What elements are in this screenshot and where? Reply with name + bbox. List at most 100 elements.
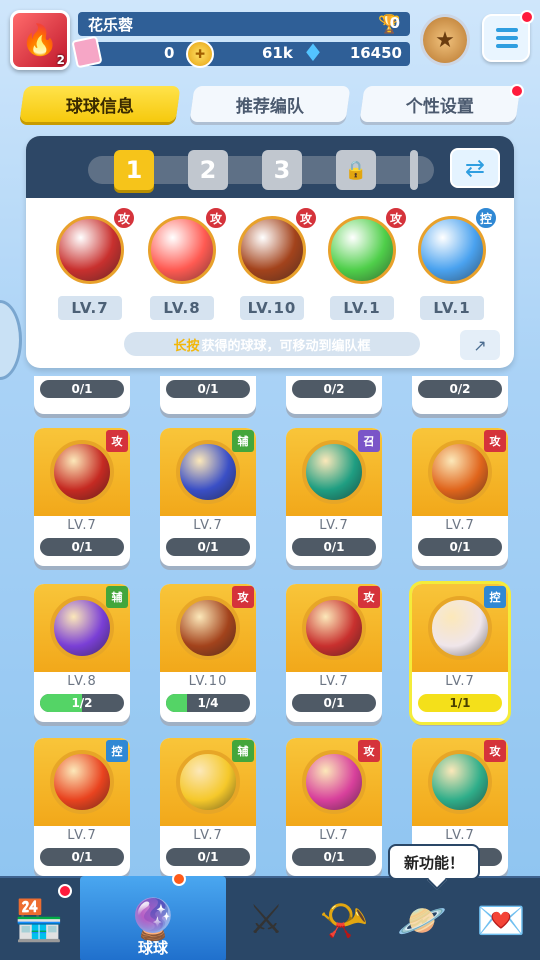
- card-progress: 0/1: [166, 538, 250, 556]
- card-progress: 0/1: [292, 694, 376, 712]
- ball-level: LV.7: [67, 518, 97, 533]
- nav-balls[interactable]: 🔮 球球: [80, 876, 226, 960]
- ball-card-partial[interactable]: 0/1: [34, 376, 130, 414]
- tab-label: 个性设置: [406, 96, 474, 117]
- card-progress-text: 0/1: [197, 540, 219, 554]
- ball-type-tag: 控: [484, 586, 506, 608]
- rank-badge-icon[interactable]: ★: [420, 14, 470, 66]
- slot-number: 2: [199, 156, 217, 184]
- card-progress-text: 0/2: [323, 382, 345, 396]
- nav-label: 球球: [137, 939, 168, 957]
- ball-type-tag: 攻: [232, 586, 254, 608]
- ball-type-tag: 辅: [106, 586, 128, 608]
- tab-ball-info[interactable]: 球球信息: [19, 86, 181, 122]
- card-progress: 1/2: [40, 694, 124, 712]
- tab-recommended-team[interactable]: 推荐编队: [189, 86, 351, 122]
- ball-level: LV.7: [58, 296, 122, 320]
- ticket-count: 0: [164, 44, 175, 62]
- card-progress-text: 1/2: [71, 696, 93, 710]
- tab-label: 推荐编队: [236, 96, 304, 117]
- slot-number: 3: [273, 156, 291, 184]
- team-slot-1[interactable]: 1: [114, 150, 154, 190]
- ball-icon: [302, 750, 366, 814]
- card-progress: 0/1: [40, 848, 124, 866]
- nav-planet[interactable]: 🪐: [384, 878, 460, 960]
- ball-icon: [302, 596, 366, 660]
- ball-icon: [176, 750, 240, 814]
- ball-card[interactable]: 攻 LV.10 1/4: [160, 584, 256, 722]
- battle-icon: ⚔: [248, 897, 284, 943]
- ball-card[interactable]: 控 LV.7 1/1: [412, 584, 508, 722]
- card-progress: 1/4: [166, 694, 250, 712]
- team-ball-4[interactable]: [328, 216, 396, 284]
- menu-icon-line: [496, 44, 518, 48]
- tab-personal-settings[interactable]: 个性设置: [359, 86, 521, 122]
- ball-card[interactable]: 攻 LV.7 0/1: [412, 428, 508, 566]
- avatar-level: 2: [56, 53, 65, 67]
- ball-type-tag: 攻: [484, 430, 506, 452]
- coin-plus-icon[interactable]: ✚: [186, 40, 214, 68]
- card-progress: 0/1: [292, 538, 376, 556]
- team-slot-locked[interactable]: 🔒: [336, 150, 376, 190]
- swap-button[interactable]: ⇄: [450, 148, 500, 188]
- team-ball-1[interactable]: [56, 216, 124, 284]
- team-ball-2[interactable]: [148, 216, 216, 284]
- shop-icon: 🏪: [14, 897, 64, 944]
- nav-whistle[interactable]: 📯: [306, 878, 382, 960]
- menu-icon-line: [496, 36, 518, 40]
- ball-icon: [50, 596, 114, 660]
- ball-card-partial[interactable]: 0/2: [286, 376, 382, 414]
- nav-battle[interactable]: ⚔: [228, 878, 304, 960]
- card-progress-text: 1/1: [449, 696, 471, 710]
- team-slot-2[interactable]: 2: [188, 150, 228, 190]
- ball-type-tag: 攻: [484, 740, 506, 762]
- side-handle[interactable]: [0, 300, 22, 380]
- ball-card-partial[interactable]: 0/2: [412, 376, 508, 414]
- card-progress-text: 0/1: [71, 540, 93, 554]
- ball-card[interactable]: 攻 LV.7 0/1: [34, 428, 130, 566]
- card-progress-text: 0/1: [323, 696, 345, 710]
- menu-button[interactable]: [482, 10, 534, 62]
- share-button[interactable]: ↗: [460, 330, 500, 360]
- ball-level: LV.7: [319, 828, 349, 843]
- card-progress: 0/1: [418, 538, 502, 556]
- player-avatar[interactable]: 🔥 2: [10, 10, 70, 70]
- ball-card-partial[interactable]: 0/1: [160, 376, 256, 414]
- coin-count: 61k: [262, 44, 293, 62]
- top-status-bar: 🔥 2 花乐蓉 🏆 0 0 ✚ 61k ♦ 16450 ★: [0, 0, 540, 80]
- tab-label: 球球信息: [66, 96, 134, 117]
- notification-dot: [58, 884, 72, 898]
- ball-type-tag: 控: [474, 206, 498, 230]
- drag-hint: 长按 获得的球球，可移动到编队框: [124, 332, 420, 356]
- ball-type-tag: 辅: [232, 430, 254, 452]
- ball-icon: [428, 596, 492, 660]
- share-icon: ↗: [473, 335, 487, 355]
- notification-dot: [520, 10, 534, 24]
- ball-icon: [50, 440, 114, 504]
- card-progress: 0/1: [40, 538, 124, 556]
- team-slot-3[interactable]: 3: [262, 150, 302, 190]
- bottom-nav: 🏪 🔮 球球 ⚔ 📯 🪐 💌: [0, 876, 540, 960]
- ball-card[interactable]: 召 LV.7 0/1: [286, 428, 382, 566]
- team-ball-3[interactable]: [238, 216, 306, 284]
- ball-type-tag: 攻: [358, 586, 380, 608]
- team-ball-5[interactable]: [418, 216, 486, 284]
- ball-icon: [302, 440, 366, 504]
- trophy-count: 0: [389, 14, 400, 32]
- ball-card[interactable]: 控 LV.7 0/1: [34, 738, 130, 876]
- ball-card[interactable]: 攻 LV.7 0/1: [286, 738, 382, 876]
- card-progress-text: 0/2: [449, 382, 471, 396]
- ball-card[interactable]: 攻 LV.7 0/1: [286, 584, 382, 722]
- player-name: 花乐蓉: [88, 15, 134, 34]
- gem-plus-icon[interactable]: ♦: [298, 40, 328, 68]
- ball-card[interactable]: 辅 LV.7 0/1: [160, 428, 256, 566]
- ball-card[interactable]: 辅 LV.7 0/1: [160, 738, 256, 876]
- card-progress: 0/1: [40, 380, 124, 398]
- card-progress-text: 0/1: [323, 540, 345, 554]
- ball-card[interactable]: 辅 LV.8 1/2: [34, 584, 130, 722]
- nav-social[interactable]: 💌: [462, 878, 540, 960]
- ball-type-tag: 辅: [232, 740, 254, 762]
- ticket-plus-icon[interactable]: [71, 35, 103, 69]
- hint-highlight: 长按: [173, 338, 200, 354]
- ball-level: LV.1: [330, 296, 394, 320]
